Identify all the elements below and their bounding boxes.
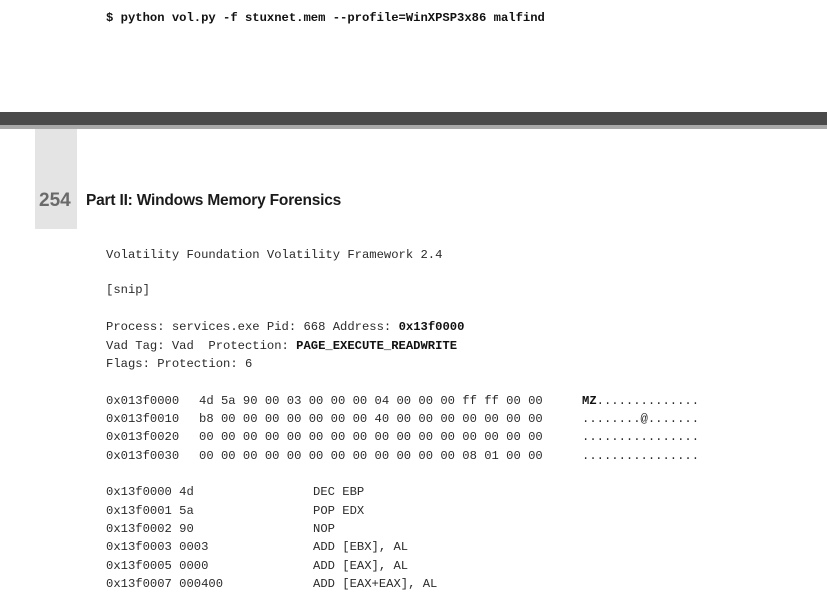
disasm-address: 0x13f0002 <box>106 522 172 536</box>
disasm-bytes: 000400 <box>179 577 224 591</box>
hex-address: 0x013f0030 <box>106 449 180 463</box>
hex-bytes: 4d 5a 90 00 03 00 00 00 04 00 00 00 ff f… <box>199 394 543 408</box>
disasm-bytes: 90 <box>179 522 194 536</box>
disasm-bytes: 0003 <box>179 540 209 554</box>
hex-ascii-rest: .............. <box>596 394 700 408</box>
disasm-address: 0x13f0007 <box>106 577 172 591</box>
disasm-instruction: ADD [EAX+EAX], AL <box>313 577 438 591</box>
disasm-row: 0x13f0007 000400 <box>106 577 223 591</box>
disasm-row: 0x13f0003 0003 <box>106 540 208 554</box>
hex-bytes: 00 00 00 00 00 00 00 00 00 00 00 00 08 0… <box>199 449 543 463</box>
vad-protection: PAGE_EXECUTE_READWRITE <box>296 339 458 353</box>
page-number-tab <box>35 129 77 229</box>
hexdump-row: 0x013f0020 <box>106 430 179 444</box>
disasm-instruction: ADD [EBX], AL <box>313 540 409 554</box>
disasm-address: 0x13f0000 <box>106 485 172 499</box>
page-divider-shadow <box>0 125 827 129</box>
snip-marker: [snip] <box>106 283 150 297</box>
hex-bytes: b8 00 00 00 00 00 00 00 40 00 00 00 00 0… <box>199 412 543 426</box>
disasm-bytes: 0000 <box>179 559 209 573</box>
disasm-instruction: DEC EBP <box>313 485 365 499</box>
vad-prefix: Vad Tag: Vad Protection: <box>106 339 297 353</box>
flags-line: Flags: Protection: 6 <box>106 357 253 371</box>
hex-address: 0x013f0020 <box>106 430 180 444</box>
disasm-instruction: POP EDX <box>313 504 365 518</box>
output-banner: Volatility Foundation Volatility Framewo… <box>106 248 443 262</box>
hexdump-row: 0x013f0010 <box>106 412 179 426</box>
disasm-bytes: 5a <box>179 504 194 518</box>
page-divider-band <box>0 112 827 125</box>
hex-ascii-bold: MZ <box>582 394 597 408</box>
hex-ascii-rest: ................ <box>582 449 700 463</box>
hex-ascii: ................ <box>582 449 699 463</box>
hexdump-row: 0x013f0000 <box>106 394 179 408</box>
hex-ascii: MZ.............. <box>582 394 699 408</box>
hex-address: 0x013f0000 <box>106 394 180 408</box>
disasm-bytes: 4d <box>179 485 194 499</box>
disasm-instruction: ADD [EAX], AL <box>313 559 409 573</box>
hex-ascii-rest: ........@....... <box>582 412 700 426</box>
disasm-address: 0x13f0003 <box>106 540 172 554</box>
disasm-row: 0x13f0002 90 <box>106 522 194 536</box>
disasm-address: 0x13f0005 <box>106 559 172 573</box>
page-number: 254 <box>39 190 71 211</box>
command-line: $ python vol.py -f stuxnet.mem --profile… <box>106 11 545 25</box>
vad-line: Vad Tag: Vad Protection: PAGE_EXECUTE_RE… <box>106 339 457 353</box>
hex-ascii-rest: ................ <box>582 430 700 444</box>
disasm-row: 0x13f0005 0000 <box>106 559 208 573</box>
hexdump-row: 0x013f0030 <box>106 449 179 463</box>
part-title: Part II: Windows Memory Forensics <box>86 192 342 209</box>
hex-bytes: 00 00 00 00 00 00 00 00 00 00 00 00 00 0… <box>199 430 543 444</box>
disasm-address: 0x13f0001 <box>106 504 172 518</box>
disasm-instruction: NOP <box>313 522 335 536</box>
process-line: Process: services.exe Pid: 668 Address: … <box>106 320 464 334</box>
hex-address: 0x013f0010 <box>106 412 180 426</box>
process-prefix: Process: services.exe Pid: 668 Address: <box>106 320 399 334</box>
hex-ascii: ................ <box>582 430 699 444</box>
hex-ascii: ........@....... <box>582 412 699 426</box>
disasm-row: 0x13f0001 5a <box>106 504 194 518</box>
process-address: 0x13f0000 <box>398 320 465 334</box>
disasm-row: 0x13f0000 4d <box>106 485 194 499</box>
